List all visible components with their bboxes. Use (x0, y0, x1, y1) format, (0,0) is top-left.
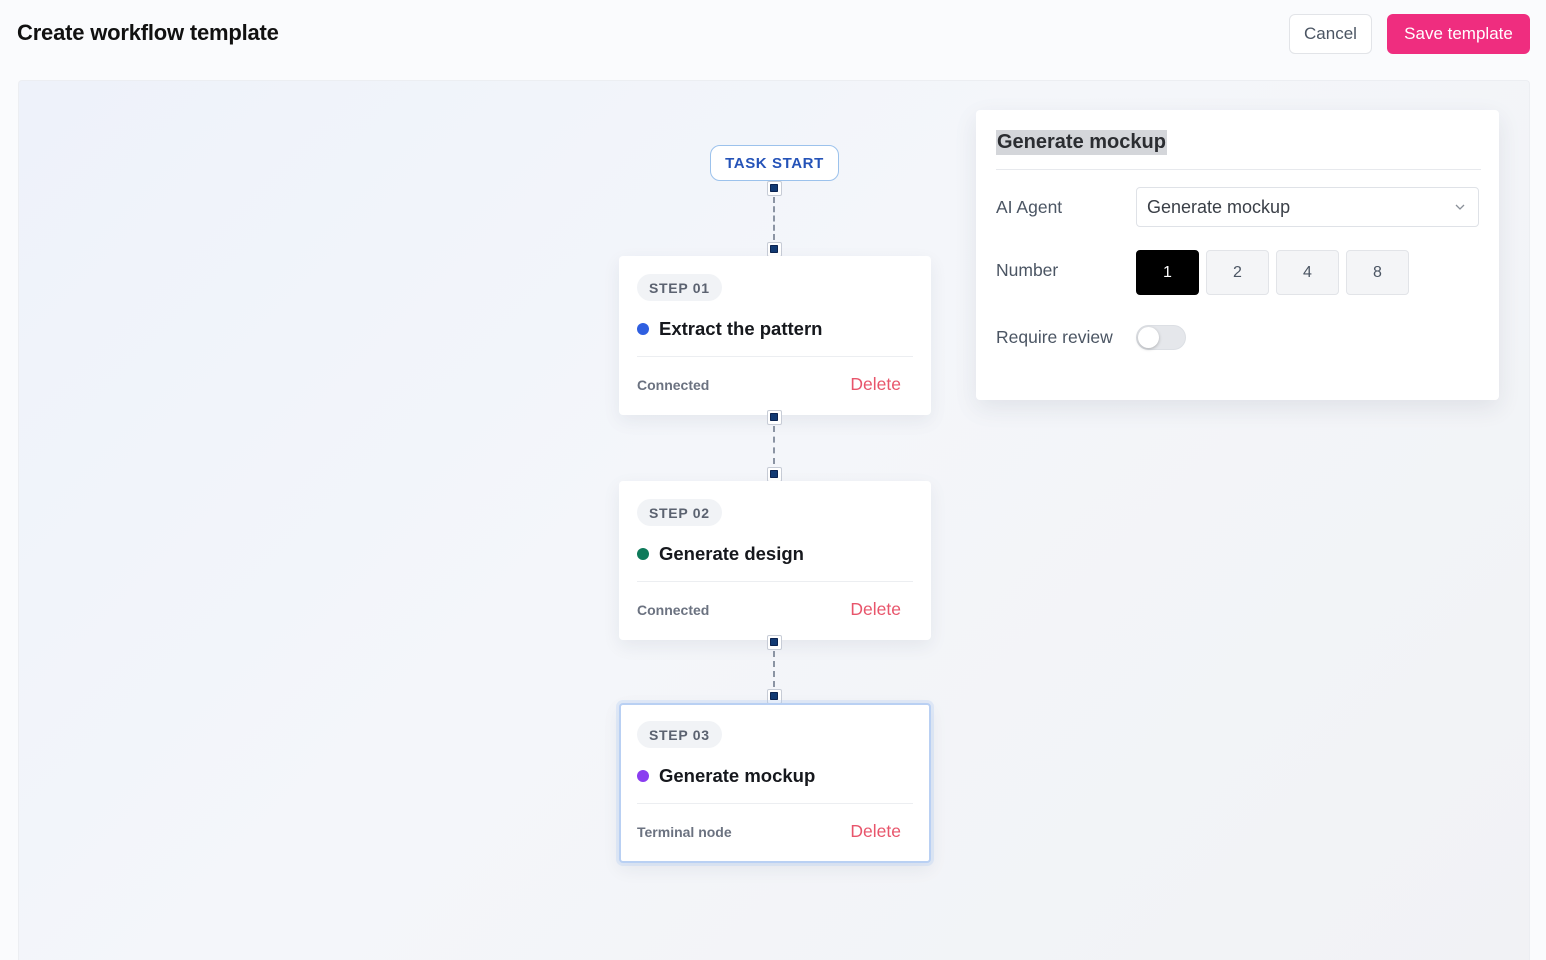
number-option-8[interactable]: 8 (1346, 250, 1409, 295)
step-badge: STEP 01 (637, 274, 722, 301)
output-port[interactable] (767, 635, 782, 650)
node-title: Generate design (637, 543, 804, 565)
number-option-4[interactable]: 4 (1276, 250, 1339, 295)
output-port[interactable] (767, 181, 782, 196)
delete-node-button[interactable]: Delete (850, 821, 901, 842)
status-dot (637, 548, 649, 560)
panel-title[interactable]: Generate mockup (996, 130, 1167, 155)
connector-line (773, 426, 775, 464)
connector-line (773, 651, 775, 687)
toggle-knob (1138, 327, 1159, 348)
input-port[interactable] (767, 689, 782, 704)
node-status: Connected (637, 377, 710, 393)
delete-node-button[interactable]: Delete (850, 374, 901, 395)
input-port[interactable] (767, 467, 782, 482)
divider (637, 581, 913, 582)
require-review-toggle[interactable] (1136, 325, 1186, 350)
node-title-text: Generate design (659, 543, 804, 564)
number-label: Number (996, 260, 1059, 280)
save-template-button[interactable]: Save template (1387, 14, 1530, 54)
divider (996, 169, 1481, 170)
status-dot (637, 323, 649, 335)
page-title: Create workflow template (17, 20, 279, 45)
ai-agent-value: Generate mockup (1147, 196, 1291, 217)
divider (637, 803, 913, 804)
node-title: Extract the pattern (637, 318, 822, 340)
input-port[interactable] (767, 242, 782, 257)
chevron-down-icon (1455, 204, 1465, 210)
workflow-node-step-02[interactable]: STEP 02 Generate design Connected Delete (619, 481, 931, 640)
delete-node-button[interactable]: Delete (850, 599, 901, 620)
number-option-1[interactable]: 1 (1136, 250, 1199, 295)
workflow-node-step-01[interactable]: STEP 01 Extract the pattern Connected De… (619, 256, 931, 415)
divider (637, 356, 913, 357)
task-start-node[interactable]: TASK START (710, 145, 839, 181)
output-port[interactable] (767, 410, 782, 425)
node-properties-panel: Generate mockup AI Agent Generate mockup… (976, 110, 1499, 400)
ai-agent-select[interactable]: Generate mockup (1136, 187, 1479, 227)
node-status: Terminal node (637, 824, 732, 840)
step-badge: STEP 03 (637, 721, 722, 748)
workflow-node-step-03[interactable]: STEP 03 Generate mockup Terminal node De… (619, 703, 931, 863)
ai-agent-label: AI Agent (996, 197, 1063, 217)
node-title: Generate mockup (637, 765, 815, 787)
top-bar: Create workflow template Cancel Save tem… (0, 0, 1546, 70)
connector-line (773, 197, 775, 240)
require-review-label: Require review (996, 327, 1113, 347)
cancel-button[interactable]: Cancel (1289, 14, 1372, 54)
node-title-text: Generate mockup (659, 765, 816, 786)
number-option-2[interactable]: 2 (1206, 250, 1269, 295)
node-status: Connected (637, 602, 710, 618)
node-title-text: Extract the pattern (659, 318, 823, 339)
step-badge: STEP 02 (637, 499, 722, 526)
status-dot (637, 770, 649, 782)
